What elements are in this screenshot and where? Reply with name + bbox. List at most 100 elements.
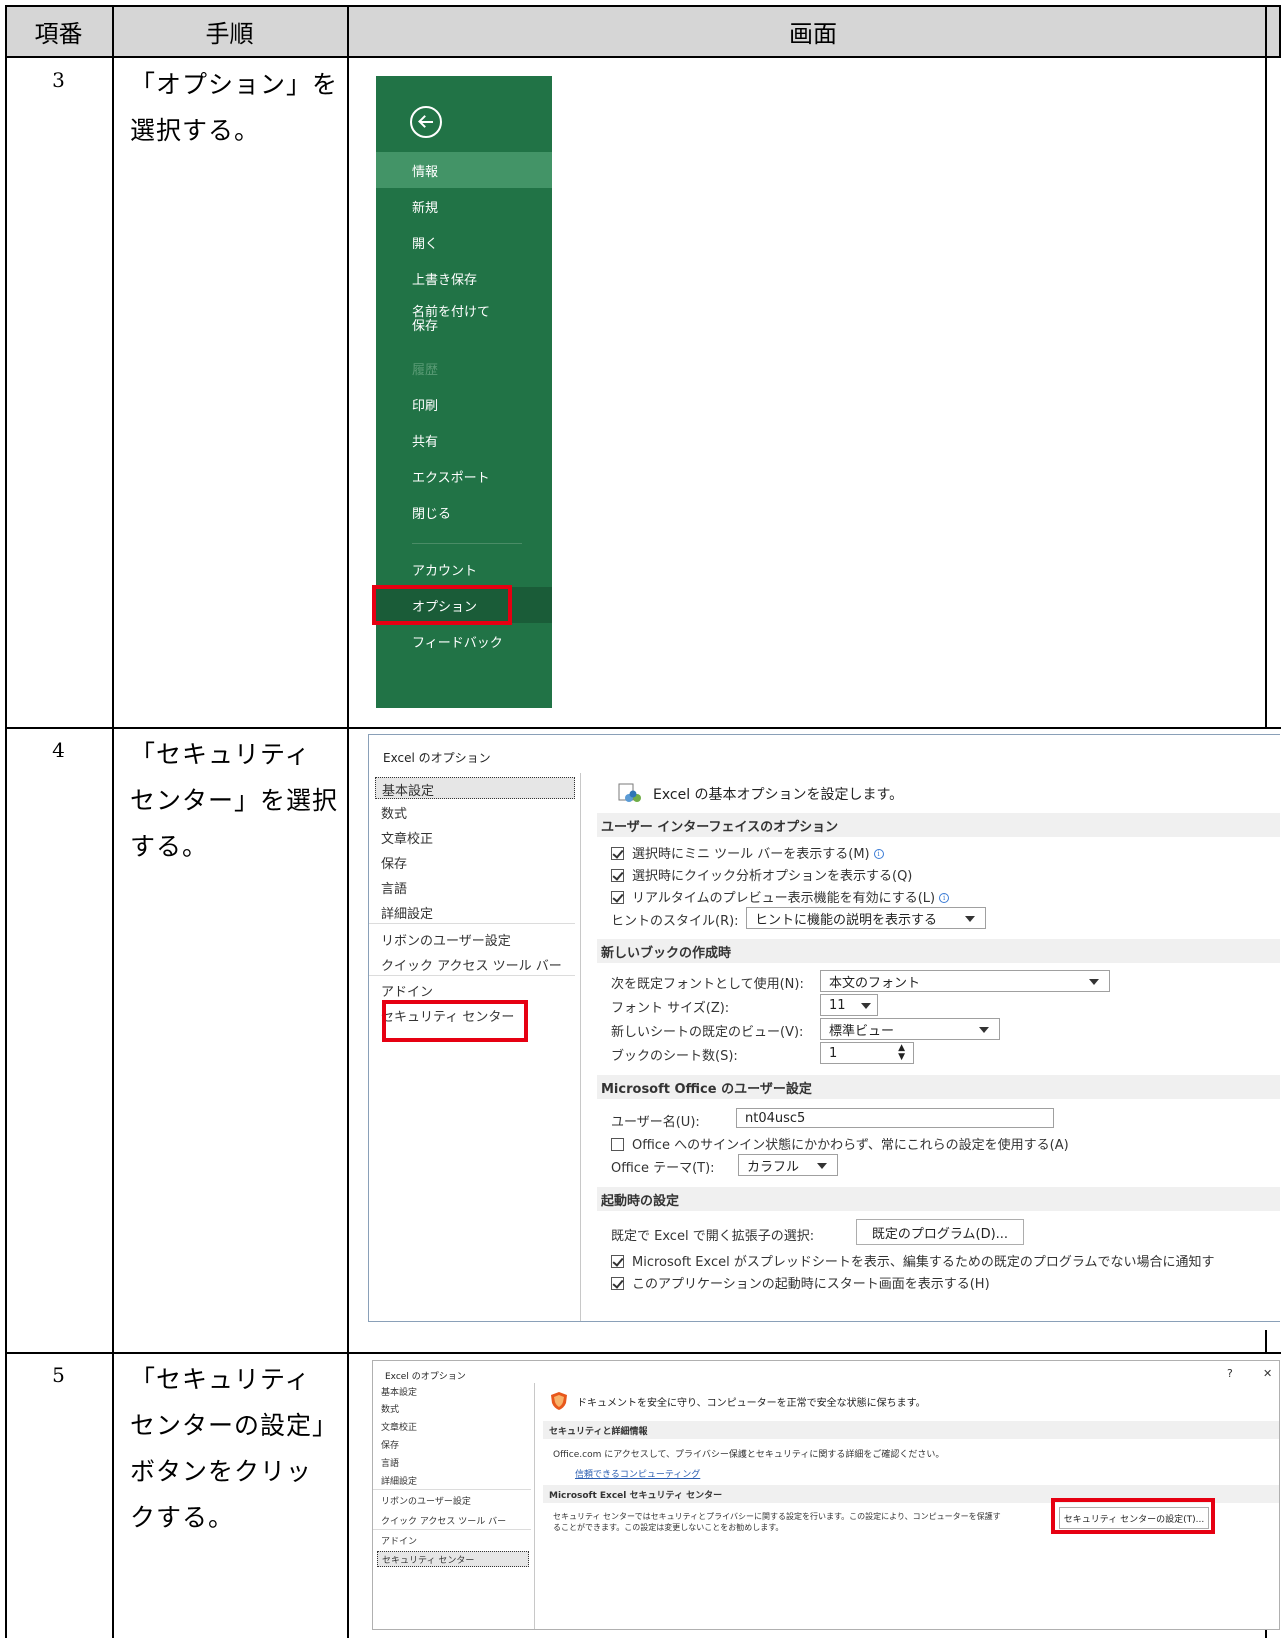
section-startup: 起動時の設定 bbox=[597, 1187, 1280, 1211]
nav-advanced[interactable]: 詳細設定 bbox=[381, 1474, 417, 1487]
dialog-title: Excel のオプション bbox=[383, 751, 491, 765]
nav-general[interactable]: 基本設定 bbox=[381, 1385, 417, 1398]
step-line: クする。 bbox=[130, 1503, 235, 1532]
menu-new[interactable]: 新規 bbox=[376, 188, 552, 224]
step-line: 「セキュリティ bbox=[130, 740, 311, 769]
menu-info[interactable]: 情報 bbox=[376, 152, 552, 188]
nav-proofing[interactable]: 文章校正 bbox=[381, 1420, 417, 1433]
nav-ribbon[interactable]: リボンのユーザー設定 bbox=[381, 930, 511, 949]
menu-save[interactable]: 上書き保存 bbox=[376, 260, 552, 296]
opt-live-preview-label: リアルタイムのプレビュー表示機能を有効にする(L) bbox=[632, 891, 936, 906]
step-text: 「オプション」を 選択する。 bbox=[130, 62, 345, 154]
default-programs-button[interactable]: 既定のプログラム(D)... bbox=[856, 1219, 1024, 1245]
nav-language[interactable]: 言語 bbox=[381, 878, 407, 897]
font-size-value: 11 bbox=[829, 997, 846, 1013]
nav-formulas[interactable]: 数式 bbox=[381, 803, 407, 822]
rule bbox=[1265, 5, 1267, 727]
options-nav: 基本設定 数式 文章校正 保存 言語 詳細設定 リボンのユーザー設定 クイック … bbox=[369, 773, 581, 1321]
menu-save-as-line: 名前を付けて bbox=[412, 305, 491, 320]
opt-mini-toolbar[interactable]: 選択時にミニ ツール バーを表示する(M) i bbox=[611, 843, 884, 862]
theme-select[interactable]: カラフル bbox=[738, 1154, 838, 1176]
nav-qat[interactable]: クイック アクセス ツール バー bbox=[381, 955, 562, 974]
sheet-count-spinner[interactable]: 1 ▲ ▼ bbox=[820, 1042, 914, 1064]
info-icon: i bbox=[939, 893, 950, 903]
default-font-select[interactable]: 本文のフォント bbox=[820, 970, 1110, 992]
opt-quick-analysis-label: 選択時にクイック分析オプションを表示する(Q) bbox=[632, 869, 913, 884]
menu-save-as-line: 保存 bbox=[412, 319, 439, 334]
menu-account[interactable]: アカウント bbox=[376, 551, 552, 587]
opt-mini-toolbar-label: 選択時にミニ ツール バーを表示する(M) bbox=[632, 847, 870, 862]
nav-addins[interactable]: アドイン bbox=[381, 1534, 417, 1547]
trust-heading-text: ドキュメントを安全に守り、コンピューターを正常で安全な状態に保ちます。 bbox=[577, 1398, 926, 1409]
menu-share[interactable]: 共有 bbox=[376, 422, 552, 458]
row-number: 4 bbox=[52, 738, 65, 762]
tip-style-value: ヒントに機能の説明を表示する bbox=[755, 912, 938, 928]
nav-language[interactable]: 言語 bbox=[381, 1456, 399, 1469]
theme-value: カラフル bbox=[747, 1159, 800, 1175]
step-line: 選択する。 bbox=[130, 116, 261, 145]
menu-close[interactable]: 閉じる bbox=[376, 494, 552, 530]
tip-style-label: ヒントのスタイル(R): bbox=[611, 914, 739, 929]
dropdown-arrow-icon bbox=[965, 916, 975, 922]
row-number: 3 bbox=[52, 68, 65, 92]
menu-save-as[interactable]: 名前を付けて 保存 bbox=[376, 298, 552, 348]
checkbox-checked[interactable] bbox=[611, 847, 624, 860]
dropdown-arrow-icon bbox=[861, 1003, 871, 1009]
checkbox-checked[interactable] bbox=[611, 891, 624, 904]
default-view-label: 新しいシートの既定のビュー(V): bbox=[611, 1025, 804, 1040]
nav-save[interactable]: 保存 bbox=[381, 1438, 399, 1451]
menu-export[interactable]: エクスポート bbox=[376, 458, 552, 494]
menu-open[interactable]: 開く bbox=[376, 224, 552, 260]
opt-always-use[interactable]: Office へのサインイン状態にかかわらず、常にこれらの設定を使用する(A) bbox=[611, 1134, 1069, 1153]
rule bbox=[347, 5, 349, 1638]
nav-advanced[interactable]: 詳細設定 bbox=[381, 903, 433, 922]
rule bbox=[5, 56, 1281, 58]
nav-addins[interactable]: アドイン bbox=[381, 981, 433, 1000]
nav-qat[interactable]: クイック アクセス ツール バー bbox=[381, 1514, 506, 1527]
rule bbox=[5, 5, 7, 1638]
options-heading: Excel の基本オプションを設定します。 bbox=[617, 783, 903, 805]
trust-center-text-1: セキュリティ センターではセキュリティとプライバシーに関する設定を行います。この… bbox=[553, 1512, 1001, 1521]
highlight-box bbox=[382, 1000, 528, 1042]
opt-live-preview[interactable]: リアルタイムのプレビュー表示機能を有効にする(L) i bbox=[611, 887, 950, 906]
checkbox-checked[interactable] bbox=[611, 1255, 624, 1268]
font-size-select[interactable]: 11 bbox=[820, 994, 878, 1016]
shield-icon bbox=[549, 1391, 569, 1414]
trust-center-text-2: ることができます。この設定は変更しないことをお勧めします。 bbox=[553, 1523, 784, 1532]
username-input[interactable]: nt04usc5 bbox=[736, 1108, 1054, 1128]
step-line: ボタンをクリッ bbox=[130, 1457, 313, 1486]
nav-formulas[interactable]: 数式 bbox=[381, 1402, 399, 1415]
checkbox-checked[interactable] bbox=[611, 869, 624, 882]
close-icon[interactable]: ✕ bbox=[1263, 1367, 1272, 1380]
nav-proofing[interactable]: 文章校正 bbox=[381, 828, 433, 847]
nav-save[interactable]: 保存 bbox=[381, 853, 407, 872]
checkbox-unchecked[interactable] bbox=[611, 1138, 624, 1151]
trust-dialog-title: Excel のオプション bbox=[385, 1372, 466, 1382]
step-line: センターの設定」 bbox=[130, 1411, 339, 1440]
checkbox-checked[interactable] bbox=[611, 1277, 624, 1290]
nav-divider bbox=[369, 923, 575, 924]
menu-feedback[interactable]: フィードバック bbox=[376, 623, 552, 659]
trust-dialog: Excel のオプション ? ✕ 基本設定 数式 文章校正 保存 言語 詳細設定… bbox=[372, 1360, 1280, 1630]
nav-general[interactable]: 基本設定 bbox=[375, 777, 575, 799]
default-view-select[interactable]: 標準ビュー bbox=[820, 1018, 1000, 1040]
opt-always-use-label: Office へのサインイン状態にかかわらず、常にこれらの設定を使用する(A) bbox=[632, 1138, 1069, 1153]
spinner-icon[interactable]: ▲ ▼ bbox=[898, 1044, 905, 1062]
rule bbox=[1265, 1330, 1267, 1352]
trustworthy-computing-link[interactable]: 信頼できるコンピューティング bbox=[575, 1467, 700, 1480]
step-line: する。 bbox=[130, 832, 209, 861]
opt-start-screen-label: このアプリケーションの起動時にスタート画面を表示する(H) bbox=[632, 1277, 990, 1292]
header-col-no: 項番 bbox=[5, 5, 112, 57]
menu-print[interactable]: 印刷 bbox=[376, 386, 552, 422]
opt-notify[interactable]: Microsoft Excel がスプレッドシートを表示、編集するための既定のプ… bbox=[611, 1251, 1214, 1270]
menu-divider bbox=[412, 543, 522, 544]
info-icon: i bbox=[873, 849, 884, 859]
tip-style-select[interactable]: ヒントに機能の説明を表示する bbox=[746, 907, 986, 929]
back-arrow-icon[interactable] bbox=[410, 106, 442, 138]
nav-ribbon[interactable]: リボンのユーザー設定 bbox=[381, 1494, 471, 1507]
nav-trust-center[interactable]: セキュリティ センター bbox=[377, 1551, 529, 1567]
nav-divider bbox=[373, 1489, 531, 1490]
opt-quick-analysis[interactable]: 選択時にクイック分析オプションを表示する(Q) bbox=[611, 865, 912, 884]
help-button[interactable]: ? bbox=[1227, 1367, 1233, 1380]
opt-start-screen[interactable]: このアプリケーションの起動時にスタート画面を表示する(H) bbox=[611, 1273, 990, 1292]
